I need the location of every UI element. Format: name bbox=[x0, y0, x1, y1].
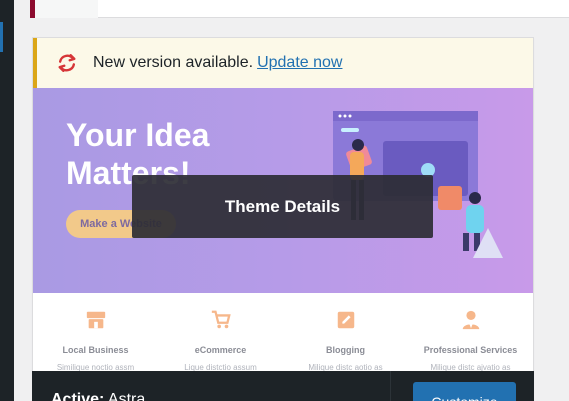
card-thumbnail bbox=[35, 0, 98, 18]
customize-button[interactable]: Customize bbox=[413, 382, 516, 401]
active-theme-label: Active: Astra bbox=[51, 391, 145, 401]
update-notice: New version available. Update now bbox=[33, 38, 533, 88]
service-title: Blogging bbox=[326, 345, 365, 355]
theme-footer: Active: Astra Customize bbox=[32, 371, 534, 401]
store-icon bbox=[86, 311, 105, 329]
previous-theme-card[interactable] bbox=[30, 0, 569, 18]
admin-sidebar-indicator bbox=[0, 22, 3, 52]
theme-screenshot[interactable]: Your Idea Matters! Make a Website Local … bbox=[33, 88, 533, 400]
update-now-link[interactable]: Update now bbox=[257, 54, 342, 72]
admin-sidebar bbox=[0, 0, 14, 401]
service-title: eCommerce bbox=[194, 345, 247, 355]
refresh-icon bbox=[55, 51, 79, 75]
edit-icon bbox=[337, 311, 354, 329]
update-message: New version available. bbox=[93, 54, 254, 71]
active-theme-name: Astra bbox=[107, 391, 146, 401]
theme-details-button[interactable]: Theme Details bbox=[132, 175, 433, 238]
service-title: Local Business bbox=[62, 345, 129, 355]
active-prefix: Active: bbox=[51, 391, 105, 401]
footer-divider bbox=[390, 371, 391, 401]
service-title: Professional Services bbox=[423, 345, 518, 355]
professional-icon bbox=[462, 310, 479, 330]
cart-icon bbox=[211, 310, 231, 329]
